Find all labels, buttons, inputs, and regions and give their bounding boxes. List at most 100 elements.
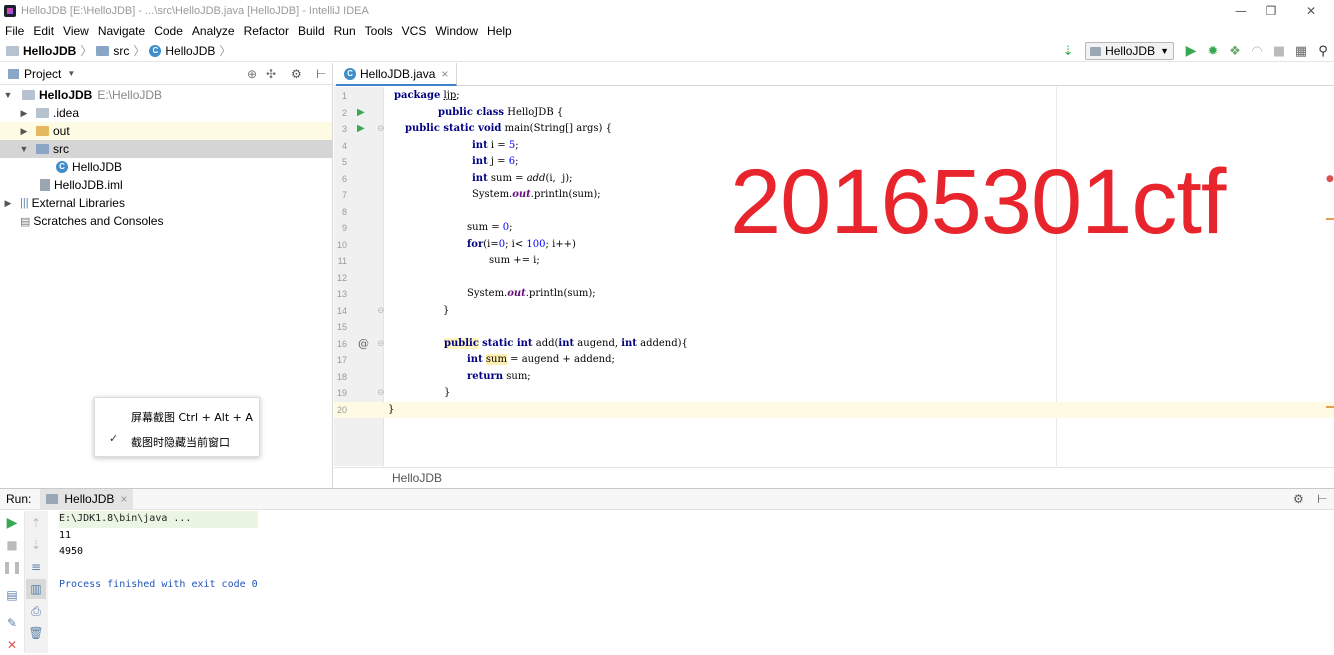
menu-edit[interactable]: Edit bbox=[28, 24, 58, 38]
menu-build[interactable]: Build bbox=[293, 24, 329, 38]
locate-icon[interactable]: ⊕ bbox=[247, 67, 257, 81]
fold-icon[interactable]: ⊖ bbox=[377, 121, 385, 138]
warning-mark[interactable] bbox=[1326, 218, 1334, 220]
menu-code[interactable]: Code bbox=[149, 24, 187, 38]
stop-icon[interactable]: ■ bbox=[2, 535, 22, 555]
breadcrumb-class[interactable]: HelloJDB bbox=[392, 471, 442, 485]
gear-icon[interactable]: ⚙ bbox=[291, 67, 302, 81]
tree-item-class[interactable]: C HelloJDB bbox=[0, 158, 332, 176]
scroll-to-end-icon[interactable]: ▥ bbox=[26, 579, 46, 599]
tree-item-scratches[interactable]: ▤ Scratches and Consoles bbox=[0, 212, 332, 230]
code-line: 11 sum += i; bbox=[334, 253, 1334, 270]
menu-vcs[interactable]: VCS bbox=[397, 24, 431, 38]
tree-item-label: HelloJDB.iml bbox=[54, 178, 123, 192]
override-at-icon[interactable]: @ bbox=[358, 336, 369, 353]
build-hammer-icon[interactable]: ⇣ bbox=[1057, 40, 1079, 62]
crumb-project[interactable]: HelloJDB bbox=[23, 44, 76, 58]
run-side-toolbar: ▶ ■ ❚❚ ▤ ✎ ✕ ⇡ ⇣ ≡ ▥ ⎙ 🗑 bbox=[0, 511, 48, 653]
menu-view[interactable]: View bbox=[58, 24, 93, 38]
fold-icon[interactable]: ⊖ bbox=[377, 336, 385, 353]
line-number: 20 bbox=[336, 404, 347, 415]
run-config-icon bbox=[46, 494, 59, 504]
tree-item-idea[interactable]: ▶ .idea bbox=[0, 104, 332, 122]
warning-mark[interactable] bbox=[1326, 406, 1334, 408]
line-number: 17 bbox=[336, 355, 347, 365]
line-number: 9 bbox=[341, 223, 347, 233]
project-view-icon bbox=[8, 68, 19, 79]
pin-icon[interactable]: ✎ bbox=[2, 613, 22, 633]
run-side-toolbar-secondary: ⇡ ⇣ ≡ ▥ ⎙ 🗑 bbox=[24, 511, 48, 653]
tree-item-label: HelloJDB bbox=[39, 88, 93, 102]
menu-window[interactable]: Window bbox=[430, 24, 482, 38]
run-configuration-select[interactable]: HelloJDB ▼ bbox=[1085, 42, 1174, 60]
crumb-src[interactable]: src bbox=[113, 44, 129, 58]
run-tab-label: HelloJDB bbox=[64, 492, 115, 506]
menu-refactor[interactable]: Refactor bbox=[239, 24, 293, 38]
hide-panel-icon[interactable]: ⊢ bbox=[1317, 492, 1327, 506]
menu-bar: File Edit View Navigate Code Analyze Ref… bbox=[0, 21, 1334, 40]
run-icon[interactable]: ▶ bbox=[1180, 40, 1202, 62]
folder-icon bbox=[96, 45, 110, 56]
tree-item-out[interactable]: ▶ out bbox=[0, 122, 332, 140]
crumb-class[interactable]: HelloJDB bbox=[165, 44, 215, 58]
coverage-icon[interactable]: ❖ bbox=[1224, 40, 1246, 62]
menu-analyze[interactable]: Analyze bbox=[187, 24, 239, 38]
project-structure-icon[interactable]: ▦ bbox=[1290, 40, 1312, 62]
arrow-down-icon[interactable]: ⇣ bbox=[26, 535, 46, 555]
hide-panel-icon[interactable]: ⊢ bbox=[316, 67, 326, 81]
tree-item-iml[interactable]: HelloJDB.iml bbox=[0, 176, 332, 194]
fold-icon[interactable]: ⊖ bbox=[377, 303, 385, 320]
dump-threads-icon[interactable]: ▤ bbox=[2, 585, 22, 605]
soft-wrap-icon[interactable]: ≡ bbox=[26, 557, 46, 577]
menu-run[interactable]: Run bbox=[329, 24, 360, 38]
line-number: 6 bbox=[341, 173, 347, 184]
chevron-right-icon: 〉 bbox=[80, 44, 93, 58]
tab-label: HelloJDB.java bbox=[360, 66, 436, 81]
error-indicator-icon[interactable]: ● bbox=[1326, 174, 1334, 184]
menu-tools[interactable]: Tools bbox=[360, 24, 397, 38]
pause-icon[interactable]: ❚❚ bbox=[2, 557, 22, 577]
menu-file[interactable]: File bbox=[0, 24, 28, 38]
stop-icon[interactable]: ■ bbox=[1268, 40, 1290, 62]
profile-icon[interactable]: ◠ bbox=[1246, 40, 1268, 62]
print-icon[interactable]: ⎙ bbox=[26, 601, 46, 621]
arrow-up-icon[interactable]: ⇡ bbox=[26, 513, 46, 533]
config-icon bbox=[1090, 46, 1102, 56]
collapse-icon[interactable]: ✣ bbox=[266, 67, 276, 81]
breadcrumb: HelloJDB 〉 src 〉 C HelloJDB 〉 bbox=[6, 42, 235, 59]
debug-bug-icon[interactable]: ✹ bbox=[1202, 40, 1224, 62]
run-gutter-icon[interactable]: ▶ bbox=[357, 121, 365, 138]
tab-hellojdb-java[interactable]: C HelloJDB.java × bbox=[336, 63, 458, 86]
rerun-icon[interactable]: ▶ bbox=[2, 513, 22, 533]
menu-item-hide-window[interactable]: 截图时隐藏当前窗口 bbox=[131, 434, 230, 450]
java-class-icon: C bbox=[149, 44, 162, 57]
close-icon[interactable]: ✕ bbox=[2, 635, 22, 655]
menu-item-screenshot[interactable]: 屏幕截图 Ctrl + Alt + A bbox=[131, 409, 253, 425]
close-tab-icon[interactable]: × bbox=[120, 492, 127, 506]
tree-item-src[interactable]: ▼ src bbox=[0, 140, 332, 158]
search-icon[interactable]: ⚲ bbox=[1312, 40, 1334, 62]
tree-item-label: src bbox=[53, 142, 69, 156]
chevron-down-icon[interactable]: ▼ bbox=[67, 69, 75, 78]
console-line: 11 bbox=[59, 529, 72, 541]
tree-item-external-libraries[interactable]: ▶ ||| External Libraries bbox=[0, 194, 332, 212]
console-output[interactable]: E:\JDK1.8\bin\java ... 11 4950 Process f… bbox=[59, 511, 258, 594]
tree-item-project-root[interactable]: ▼ HelloJDB E:\HelloJDB bbox=[0, 86, 332, 104]
run-tab-hellojdb[interactable]: HelloJDB × bbox=[40, 488, 134, 510]
run-gutter-icon[interactable]: ▶ bbox=[357, 105, 365, 122]
fold-icon[interactable]: ⊖ bbox=[377, 385, 385, 402]
code-editor[interactable]: 1 package ljp; 2 ▶ public class HelloJDB… bbox=[334, 87, 1334, 466]
menu-help[interactable]: Help bbox=[482, 24, 516, 38]
line-number: 8 bbox=[341, 206, 347, 217]
trash-icon[interactable]: 🗑 bbox=[26, 623, 46, 643]
project-view-label[interactable]: Project bbox=[24, 67, 61, 81]
run-config-label: HelloJDB bbox=[1105, 44, 1156, 58]
menu-navigate[interactable]: Navigate bbox=[93, 24, 149, 38]
code-line: 14 ⊖ } bbox=[334, 303, 1334, 320]
close-tab-icon[interactable]: × bbox=[441, 67, 448, 81]
chevron-down-icon: ▼ bbox=[1160, 46, 1169, 56]
close-button[interactable]: ✕ bbox=[1288, 0, 1334, 21]
line-number: 10 bbox=[336, 239, 347, 250]
gear-icon[interactable]: ⚙ bbox=[1293, 492, 1304, 506]
